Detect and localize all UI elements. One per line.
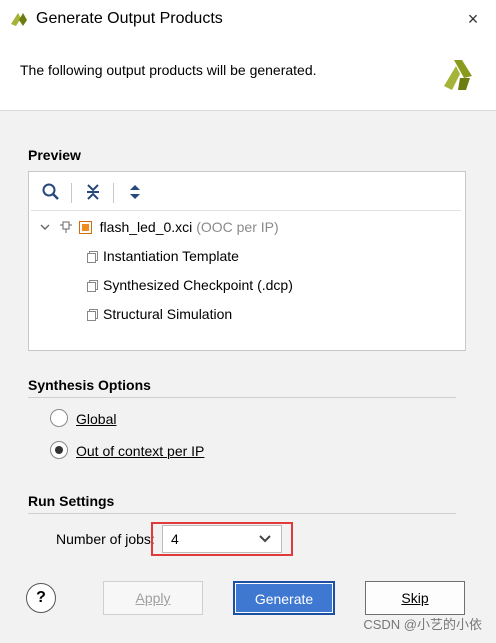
toolbar-separator <box>113 183 114 203</box>
generate-button[interactable]: Generate <box>233 581 335 615</box>
vivado-logo-icon <box>11 13 27 26</box>
radio-global[interactable]: Global <box>50 407 250 431</box>
help-button[interactable]: ? <box>26 583 56 613</box>
document-icon <box>87 251 98 263</box>
tree-item-label: Synthesized Checkpoint (.dcp) <box>103 277 293 293</box>
preview-panel: flash_led_0.xci (OOC per IP) Instantiati… <box>28 171 466 351</box>
dialog-header: The following output products will be ge… <box>0 38 496 111</box>
document-icon <box>87 309 98 321</box>
expand-all-icon[interactable] <box>125 182 145 202</box>
tree-item-label: Instantiation Template <box>103 248 239 264</box>
dialog-content: Preview flash_led_0.xci (OOC per IP) Ins… <box>0 111 496 643</box>
jobs-label: Number of jobs: <box>56 531 155 547</box>
apply-button-label: Apply <box>135 590 171 606</box>
apply-button[interactable]: Apply <box>103 581 203 615</box>
tree-item-structural-simulation[interactable]: Structural Simulation <box>87 303 232 325</box>
synthesis-options-title: Synthesis Options <box>28 377 151 393</box>
title-bar: Generate Output Products × <box>0 0 496 39</box>
tree-root-row[interactable]: flash_led_0.xci (OOC per IP) <box>39 216 279 238</box>
radio-button-global[interactable] <box>50 409 68 427</box>
tree-item-synthesized-checkpoint[interactable]: Synthesized Checkpoint (.dcp) <box>87 274 293 296</box>
skip-button-label: Skip <box>401 590 429 606</box>
xilinx-logo-icon <box>444 60 472 90</box>
tree-root-suffix: (OOC per IP) <box>196 219 279 235</box>
skip-button[interactable]: Skip <box>365 581 465 615</box>
collapse-all-icon[interactable] <box>83 182 103 202</box>
highlight-annotation <box>151 522 293 556</box>
section-divider <box>28 513 456 514</box>
document-icon <box>87 280 98 292</box>
section-divider <box>28 397 456 398</box>
search-icon[interactable] <box>41 182 61 202</box>
header-description: The following output products will be ge… <box>20 62 317 78</box>
run-settings-title: Run Settings <box>28 493 115 509</box>
watermark-text: CSDN @小艺的小依 <box>363 617 482 632</box>
radio-label-global: Global <box>76 411 117 427</box>
radio-button-out-of-context[interactable] <box>50 441 68 459</box>
chevron-down-icon[interactable] <box>39 221 51 233</box>
ip-connector-icon <box>59 221 72 233</box>
close-button[interactable]: × <box>458 4 488 34</box>
toolbar-separator <box>71 183 72 203</box>
radio-out-of-context[interactable]: Out of context per IP <box>50 439 310 463</box>
radio-label-out-of-context: Out of context per IP <box>76 443 205 459</box>
tree-item-label: Structural Simulation <box>103 306 233 322</box>
ip-core-icon <box>78 221 92 234</box>
window-title: Generate Output Products <box>36 10 223 27</box>
tree-item-instantiation-template[interactable]: Instantiation Template <box>87 245 239 267</box>
tree-root-label: flash_led_0.xci <box>99 219 193 235</box>
preview-toolbar <box>31 174 461 211</box>
preview-title: Preview <box>28 147 81 163</box>
close-icon: × <box>467 9 479 29</box>
